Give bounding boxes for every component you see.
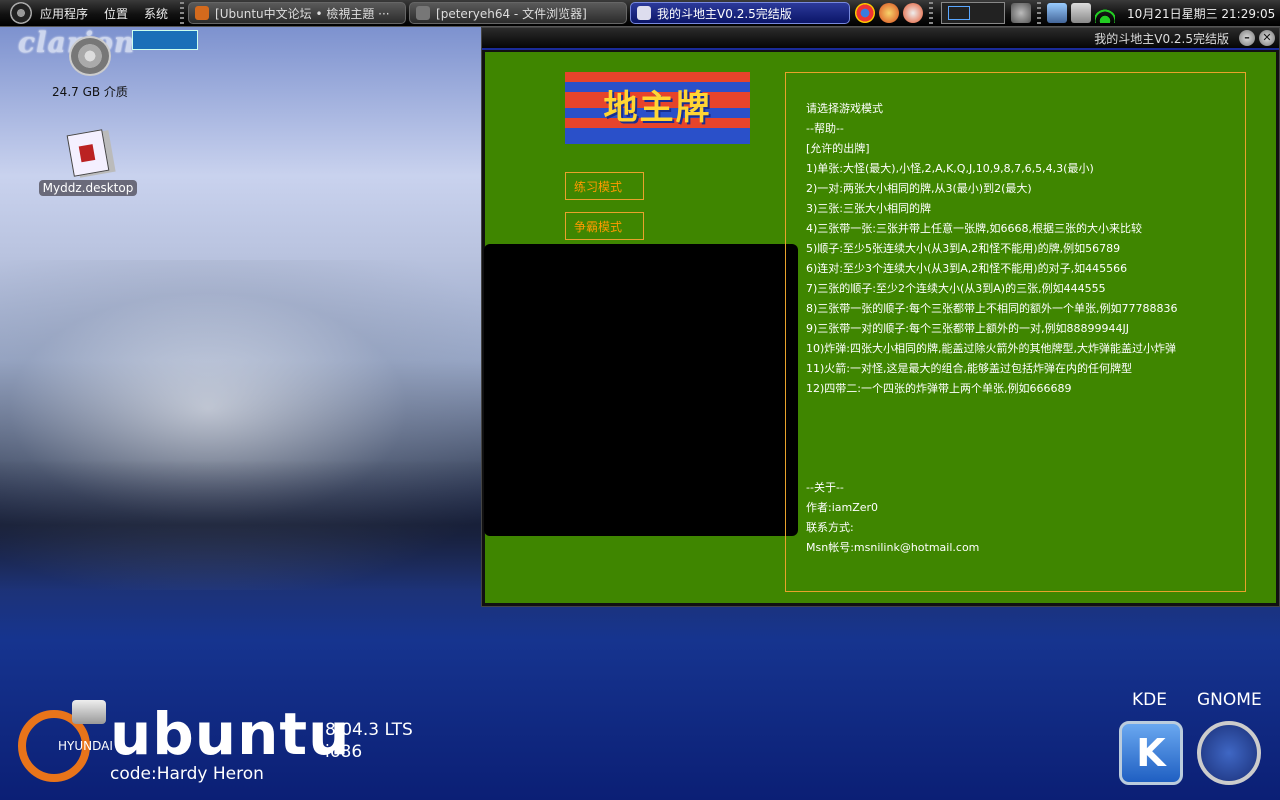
game-client-area: 地主牌 练习模式 争霸模式 请选择游戏模式 --帮助-- [允许的出牌] 1)单张:大… [484,52,1276,603]
clock[interactable]: 10月21日星期三 21:29:05 [1127,5,1275,22]
help-line: 5)顺子:至少5张连续大小(从3到A,2和怪不能用)的牌,例如56789 [806,242,1121,255]
window-icon [637,6,652,20]
about-line: 联系方式: [806,521,854,534]
notes-icon[interactable] [1047,3,1068,23]
window-title: 我的斗地主V0.2.5完结版 [1094,31,1229,46]
ubuntu-menu-icon[interactable] [10,2,32,24]
brand-badge [132,30,198,50]
kde-icon: K [1119,721,1183,785]
game-canvas[interactable] [484,244,798,536]
help-line: 10)炸弹:四张大小相同的牌,能盖过除火箭外的其他牌型,大炸弹能盖过小炸弹 [806,342,1176,355]
battle-mode-button[interactable]: 争霸模式 [565,212,644,240]
about-line: --关于-- [806,481,844,494]
help-text: 请选择游戏模式 --帮助-- [允许的出牌] 1)单张:大怪(最大),小怪,2,A,K… [806,99,1239,399]
task-label: [peteryeh64 - 文件浏览器] [436,6,587,21]
panel-separator [180,2,185,24]
task-game[interactable]: 我的斗地主V0.2.5完结版 [630,2,851,24]
close-button[interactable]: ✕ [1259,30,1275,46]
app-icon[interactable] [903,3,924,23]
help-line: 12)四带二:一个四张的炸弹带上两个单张,例如666689 [806,382,1072,395]
hyundai-label: HYUNDAI [58,739,113,753]
browser-icon [195,6,210,20]
menu-system[interactable]: 系统 [144,5,168,22]
practice-mode-button[interactable]: 练习模式 [565,172,644,200]
window-titlebar[interactable]: 我的斗地主V0.2.5完结版 – ✕ [482,28,1279,50]
help-line: 6)连对:至少3个连续大小(从3到A,2和怪不能用)的对子,如445566 [806,262,1128,275]
version-label: 8.04.3 LTS [325,720,413,740]
panel-separator [929,2,934,24]
help-line: 1)单张:大怪(最大),小怪,2,A,K,Q,J,10,9,8,7,6,5,4,… [806,162,1094,175]
desktop-icon-volume[interactable]: 24.7 GB 介质 [40,36,140,101]
desktop-icon-label: 24.7 GB 介质 [52,85,128,99]
workspace-1[interactable] [948,6,971,20]
drive-icon [72,700,106,724]
help-line: 4)三张带一张:三张并带上任意一张牌,如6668,根据三张的大小来比较 [806,222,1142,235]
folder-icon [416,6,431,20]
game-window: 我的斗地主V0.2.5完结版 – ✕ 地主牌 练习模式 争霸模式 请选择游戏模式… [481,27,1280,607]
help-line: 7)三张的顺子:至少2个连续大小(从3到A)的三张,例如444555 [806,282,1106,295]
workspace-switcher[interactable] [941,2,1006,24]
desktop-icon-label: Myddz.desktop [38,180,138,196]
desktop-icon-myddz[interactable]: Myddz.desktop [38,129,138,196]
task-label: 我的斗地主V0.2.5完结版 [657,6,792,21]
banner-art: 地主牌 [603,88,712,128]
hard-disk-icon [69,36,111,76]
help-line: 11)火箭:一对怪,这是最大的组合,能够盖过包括炸弹在内的任何牌型 [806,362,1132,375]
ubuntu-version: 8.04.3 LTS i686 [325,719,413,763]
kde-label: KDE [1132,690,1167,710]
minimize-button[interactable]: – [1239,30,1255,46]
about-line: Msn帐号:msnilink@hotmail.com [806,541,980,554]
wifi-icon[interactable] [1095,3,1116,23]
top-panel: 应用程序 位置 系统 [Ubuntu中文论坛 • 檢視主題 ··· [peter… [0,0,1280,27]
firefox-icon[interactable] [879,3,900,23]
playing-card-icon [66,129,110,177]
volume-icon[interactable] [1011,3,1032,23]
task-file-browser[interactable]: [peteryeh64 - 文件浏览器] [409,2,628,24]
menu-places[interactable]: 位置 [104,5,128,22]
chrome-icon[interactable] [855,3,876,23]
help-line: 3)三张:三张大小相同的牌 [806,202,931,215]
task-firefox[interactable]: [Ubuntu中文论坛 • 檢視主題 ··· [188,2,407,24]
about-line: 作者:iamZer0 [806,501,879,514]
codename-label: code:Hardy Heron [110,764,264,784]
help-panel: 请选择游戏模式 --帮助-- [允许的出牌] 1)单张:大怪(最大),小怪,2,A,K… [785,72,1246,592]
menu-applications[interactable]: 应用程序 [40,5,88,22]
help-line: 8)三张带一张的顺子:每个三张都带上不相同的额外一个单张,例如77788836 [806,302,1178,315]
ubuntu-wordmark: ubuntu [110,700,351,768]
help-line: [允许的出牌] [806,142,870,155]
about-text: --关于-- 作者:iamZer0 联系方式: Msn帐号:msnilink@hotm… [806,478,1239,558]
help-line: 请选择游戏模式 [806,102,883,115]
gnome-icon [1197,721,1261,785]
task-label: [Ubuntu中文论坛 • 檢視主題 ··· [215,6,390,21]
arch-label: i686 [325,742,363,762]
keyboard-icon[interactable] [1071,3,1092,23]
game-banner-image: 地主牌 [565,72,750,144]
panel-separator [1037,2,1042,24]
gnome-label: GNOME [1197,690,1262,710]
help-line: 9)三张带一对的顺子:每个三张都带上额外的一对,例如88899944JJ [806,322,1129,335]
wallpaper-ridge [0,460,500,590]
help-line: 2)一对:两张大小相同的牌,从3(最小)到2(最大) [806,182,1032,195]
help-line: --帮助-- [806,122,844,135]
